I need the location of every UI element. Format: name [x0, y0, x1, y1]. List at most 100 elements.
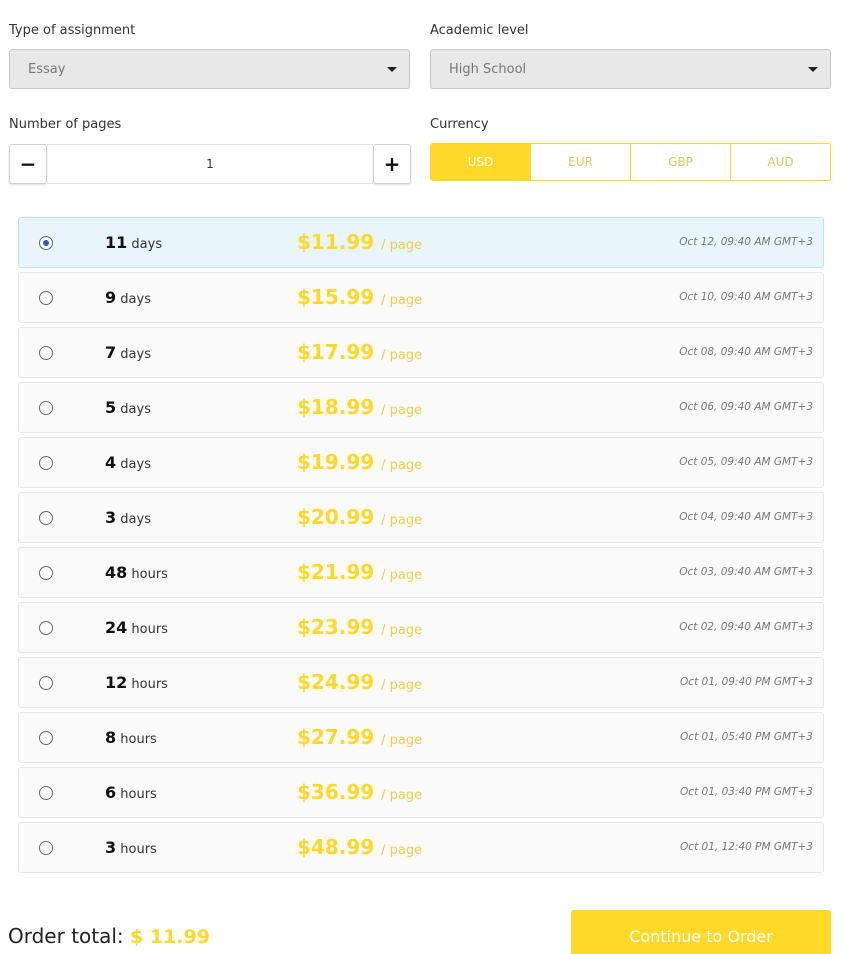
- duration-number: 3: [105, 838, 117, 857]
- deadline-duration: 4 days: [105, 453, 151, 472]
- duration-number: 6: [105, 783, 117, 802]
- deadline-option[interactable]: 12 hours $24.99 / page Oct 01, 09:40 PM …: [18, 657, 824, 708]
- deadline-price: $24.99 / page: [297, 670, 422, 694]
- deadline-option[interactable]: 24 hours $23.99 / page Oct 02, 09:40 AM …: [18, 602, 824, 653]
- assignment-label: Type of assignment: [9, 23, 136, 38]
- duration-number: 9: [105, 288, 117, 307]
- radio-button[interactable]: [39, 731, 53, 745]
- deadline-price: $17.99 / page: [297, 340, 422, 364]
- duration-unit: days: [120, 402, 151, 417]
- deadline-price: $48.99 / page: [297, 835, 422, 859]
- currency-option-aud[interactable]: AUD: [731, 144, 830, 180]
- assignment-select-value: Essay: [28, 61, 66, 77]
- deadline-option[interactable]: 3 hours $48.99 / page Oct 01, 12:40 PM G…: [18, 822, 824, 873]
- assignment-select[interactable]: Essay: [9, 49, 410, 89]
- price-value: $23.99: [297, 615, 375, 639]
- price-per-page: / page: [381, 513, 423, 528]
- deadline-duration: 24 hours: [105, 618, 168, 637]
- duration-number: 5: [105, 398, 117, 417]
- radio-button[interactable]: [39, 346, 53, 360]
- deadline-duration: 5 days: [105, 398, 151, 417]
- duration-number: 12: [105, 673, 128, 692]
- increase-pages-button[interactable]: +: [373, 144, 411, 184]
- deadline-option[interactable]: 3 days $20.99 / page Oct 04, 09:40 AM GM…: [18, 492, 824, 543]
- radio-button[interactable]: [39, 566, 53, 580]
- deadline-option[interactable]: 9 days $15.99 / page Oct 10, 09:40 AM GM…: [18, 272, 824, 323]
- deadline-duration: 6 hours: [105, 783, 157, 802]
- chevron-down-icon: [808, 67, 818, 72]
- level-label: Academic level: [430, 23, 529, 38]
- radio-button[interactable]: [39, 291, 53, 305]
- deadline-date: Oct 12, 09:40 AM GMT+3: [679, 236, 813, 248]
- deadline-option[interactable]: 6 hours $36.99 / page Oct 01, 03:40 PM G…: [18, 767, 824, 818]
- continue-to-order-button[interactable]: Continue to Order: [571, 910, 831, 954]
- deadline-date: Oct 01, 09:40 PM GMT+3: [680, 676, 813, 688]
- duration-number: 8: [105, 728, 117, 747]
- radio-button[interactable]: [39, 511, 53, 525]
- currency-option-eur[interactable]: EUR: [531, 144, 631, 180]
- chevron-down-icon: [387, 67, 397, 72]
- currency-label: Currency: [430, 117, 489, 132]
- pages-input[interactable]: 1: [47, 144, 373, 184]
- level-select-value: High School: [449, 61, 527, 77]
- deadline-option[interactable]: 48 hours $21.99 / page Oct 03, 09:40 AM …: [18, 547, 824, 598]
- deadline-duration: 3 hours: [105, 838, 157, 857]
- price-per-page: / page: [381, 458, 423, 473]
- duration-number: 3: [105, 508, 117, 527]
- deadline-date: Oct 03, 09:40 AM GMT+3: [679, 566, 813, 578]
- pages-label: Number of pages: [9, 117, 122, 132]
- radio-button[interactable]: [39, 621, 53, 635]
- price-per-page: / page: [381, 788, 423, 803]
- price-value: $18.99: [297, 395, 375, 419]
- pages-stepper: − 1 +: [9, 144, 411, 184]
- price-value: $36.99: [297, 780, 375, 804]
- duration-unit: hours: [131, 622, 168, 637]
- deadline-option[interactable]: 8 hours $27.99 / page Oct 01, 05:40 PM G…: [18, 712, 824, 763]
- deadline-price: $36.99 / page: [297, 780, 422, 804]
- duration-unit: hours: [131, 567, 168, 582]
- deadline-price: $23.99 / page: [297, 615, 422, 639]
- duration-number: 24: [105, 618, 128, 637]
- deadline-option[interactable]: 5 days $18.99 / page Oct 06, 09:40 AM GM…: [18, 382, 824, 433]
- deadline-duration: 12 hours: [105, 673, 168, 692]
- radio-button[interactable]: [39, 841, 53, 855]
- deadline-duration: 11 days: [105, 233, 162, 252]
- deadline-option[interactable]: 4 days $19.99 / page Oct 05, 09:40 AM GM…: [18, 437, 824, 488]
- duration-number: 7: [105, 343, 117, 362]
- radio-button[interactable]: [39, 676, 53, 690]
- deadline-date: Oct 10, 09:40 AM GMT+3: [679, 291, 813, 303]
- deadline-price: $18.99 / page: [297, 395, 422, 419]
- duration-unit: days: [120, 512, 151, 527]
- price-per-page: / page: [381, 403, 423, 418]
- deadline-duration: 48 hours: [105, 563, 168, 582]
- price-value: $21.99: [297, 560, 375, 584]
- radio-button[interactable]: [39, 786, 53, 800]
- duration-number: 48: [105, 563, 128, 582]
- deadline-price: $20.99 / page: [297, 505, 422, 529]
- duration-unit: hours: [131, 677, 168, 692]
- deadline-price: $27.99 / page: [297, 725, 422, 749]
- duration-unit: hours: [120, 842, 157, 857]
- radio-button[interactable]: [39, 401, 53, 415]
- radio-button[interactable]: [39, 236, 53, 250]
- currency-option-usd[interactable]: USD: [431, 144, 531, 180]
- price-per-page: / page: [381, 568, 423, 583]
- deadline-option[interactable]: 11 days $11.99 / page Oct 12, 09:40 AM G…: [18, 217, 824, 268]
- deadline-duration: 9 days: [105, 288, 151, 307]
- duration-number: 11: [105, 233, 128, 252]
- price-value: $15.99: [297, 285, 375, 309]
- deadline-price: $21.99 / page: [297, 560, 422, 584]
- price-per-page: / page: [381, 843, 423, 858]
- duration-unit: hours: [120, 732, 157, 747]
- decrease-pages-button[interactable]: −: [9, 144, 47, 184]
- level-select[interactable]: High School: [430, 49, 831, 89]
- currency-option-gbp[interactable]: GBP: [631, 144, 731, 180]
- duration-unit: days: [120, 457, 151, 472]
- radio-button[interactable]: [39, 456, 53, 470]
- deadline-date: Oct 05, 09:40 AM GMT+3: [679, 456, 813, 468]
- deadline-date: Oct 01, 12:40 PM GMT+3: [680, 841, 813, 853]
- price-value: $27.99: [297, 725, 375, 749]
- price-per-page: / page: [381, 678, 423, 693]
- deadline-date: Oct 04, 09:40 AM GMT+3: [679, 511, 813, 523]
- deadline-option[interactable]: 7 days $17.99 / page Oct 08, 09:40 AM GM…: [18, 327, 824, 378]
